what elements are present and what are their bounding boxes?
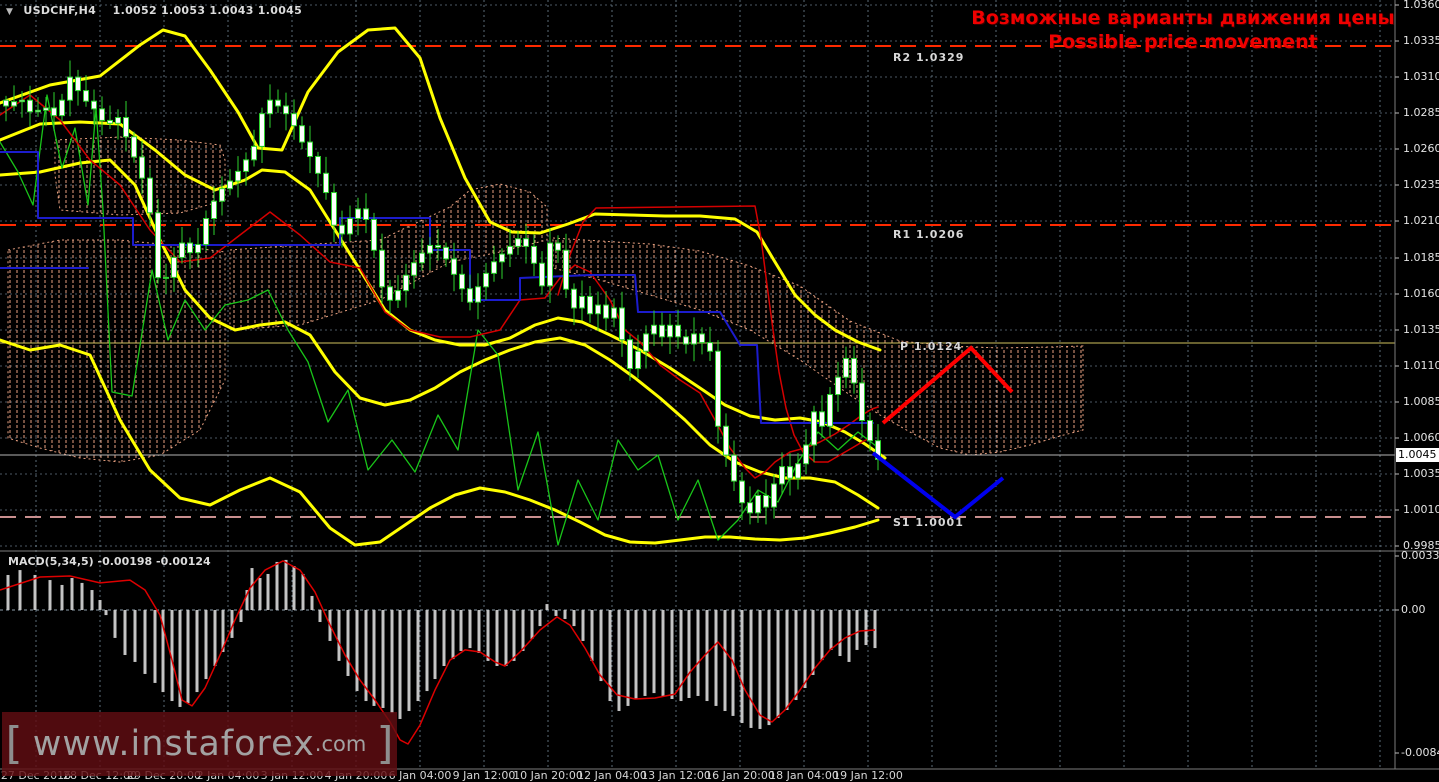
chart-title: ▼ USDCHF,H4 1.0052 1.0053 1.0043 1.0045 (6, 4, 302, 17)
annotation-block: Возможные варианты движения цены Possibl… (968, 6, 1398, 54)
watermark-suffix: .com (314, 732, 367, 756)
watermark-text: www.instaforex (32, 724, 315, 764)
chart-selector-triangle-icon[interactable]: ▼ (6, 7, 13, 17)
symbol-timeframe: USDCHF,H4 (23, 4, 97, 17)
instaforex-watermark: [ www.instaforex .com ] (2, 712, 397, 776)
mt4-chart-window: 1.0360 1.0335 1.0310 1.0285 1.0260 1.0235 1.02… (0, 0, 1439, 782)
macd-indicator-label: MACD(5,34,5) -0.00198 -0.00124 (8, 555, 211, 568)
annotation-line-en: Possible price movement (1048, 31, 1318, 53)
ohlc-quotes: 1.0052 1.0053 1.0043 1.0045 (112, 4, 303, 17)
watermark-bracket-right: ] (376, 718, 394, 769)
price-axis[interactable] (1396, 0, 1439, 769)
ichimoku-clouds (7, 136, 1084, 463)
current-price-tag: 1.0045 (1396, 448, 1439, 462)
chart-canvas[interactable] (0, 0, 1439, 782)
watermark-bracket-left: [ (5, 718, 23, 769)
annotation-line-ru: Возможные варианты движения цены (971, 7, 1395, 29)
